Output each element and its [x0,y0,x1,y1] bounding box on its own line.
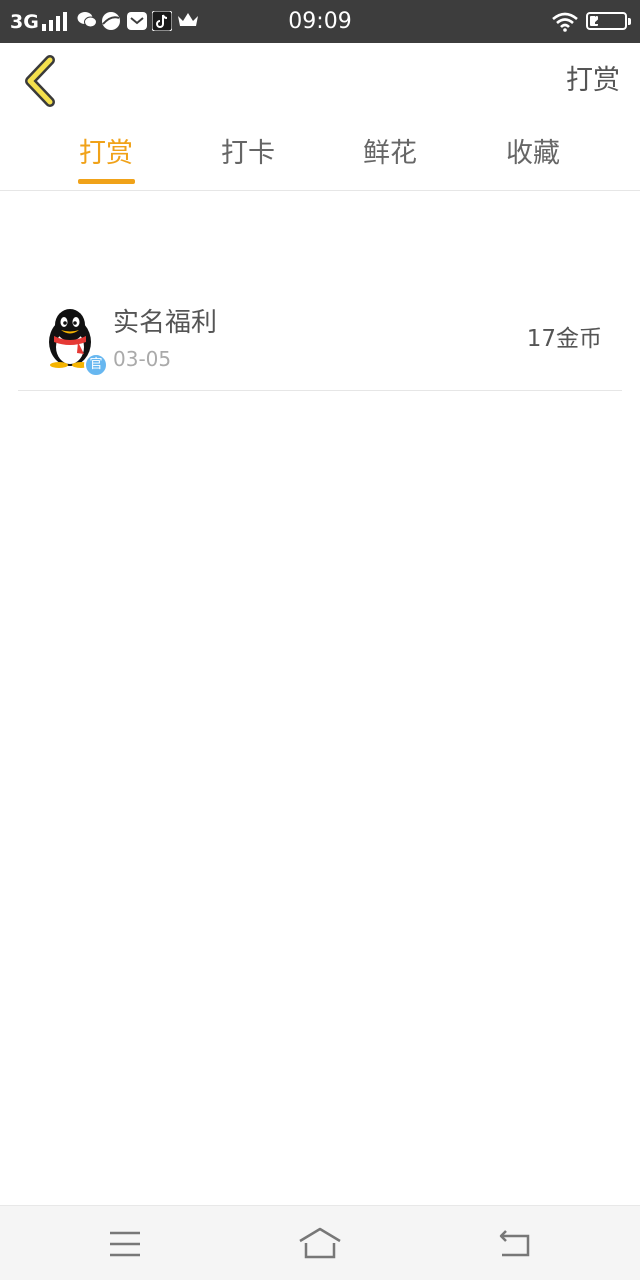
tab-active-indicator [78,179,135,184]
reward-header-button[interactable]: 打赏 [566,64,620,98]
wifi-icon [552,12,578,32]
tab-checkin[interactable]: 打卡 [177,136,319,172]
chevron-left-icon [25,55,55,107]
tab-bar: 打赏 打卡 鲜花 收藏 [0,120,640,191]
official-badge: 官 [84,353,108,377]
tab-flowers[interactable]: 鲜花 [319,136,461,172]
list-item[interactable]: 官 实名福利 03-05 17金币 [18,292,622,391]
battery-tip [628,18,631,25]
back-icon [499,1230,530,1257]
back-button[interactable] [18,54,70,110]
battery-icon: 24 [586,12,627,30]
tab-reward[interactable]: 打赏 [35,136,177,172]
item-amount: 17金币 [526,326,602,352]
tab-favorites[interactable]: 收藏 [462,136,604,172]
battery-percent: 24 [594,13,613,28]
home-button[interactable] [295,1226,345,1262]
clock: 09:09 [288,9,352,34]
back-nav-button[interactable] [490,1226,540,1262]
menu-icon [110,1231,140,1257]
menu-button[interactable] [100,1226,150,1262]
item-date: 03-05 [113,347,172,371]
system-nav-bar [0,1205,640,1280]
home-icon [299,1227,341,1259]
status-bar: 3G 09:09 24 [0,0,640,43]
item-title: 实名福利 [113,308,218,338]
